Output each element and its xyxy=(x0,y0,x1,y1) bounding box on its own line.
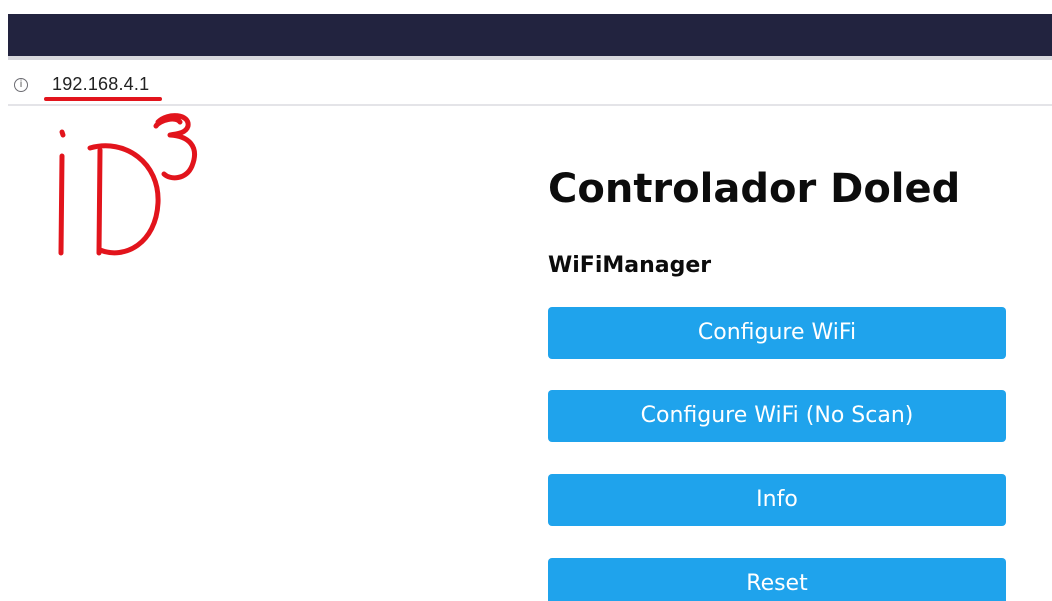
window-top-strip xyxy=(0,0,1052,14)
page-title: Controlador Doled xyxy=(548,166,961,212)
page-subtitle: WiFiManager xyxy=(548,253,712,278)
info-icon[interactable]: i xyxy=(14,78,28,92)
info-button[interactable]: Info xyxy=(548,474,1006,526)
annotation-scribble xyxy=(153,116,183,129)
annotation-i-dot xyxy=(59,129,66,138)
tab-bar xyxy=(8,14,1052,56)
address-url[interactable]: 192.168.4.1 xyxy=(52,74,149,95)
configure-wifi-button[interactable]: Configure WiFi xyxy=(548,307,1006,359)
address-bar[interactable] xyxy=(8,60,1052,106)
reset-button[interactable]: Reset xyxy=(548,558,1006,601)
annotation-i-stem xyxy=(58,153,65,256)
annotation-d-stem xyxy=(96,147,103,256)
url-highlight-underline xyxy=(44,97,162,101)
browser-window: i 192.168.4.1 Controlador Doled WiFiMana… xyxy=(0,0,1052,601)
annotation-superscript-3 xyxy=(155,113,197,181)
handwritten-annotation xyxy=(58,113,197,256)
configure-wifi-no-scan-button[interactable]: Configure WiFi (No Scan) xyxy=(548,390,1006,442)
